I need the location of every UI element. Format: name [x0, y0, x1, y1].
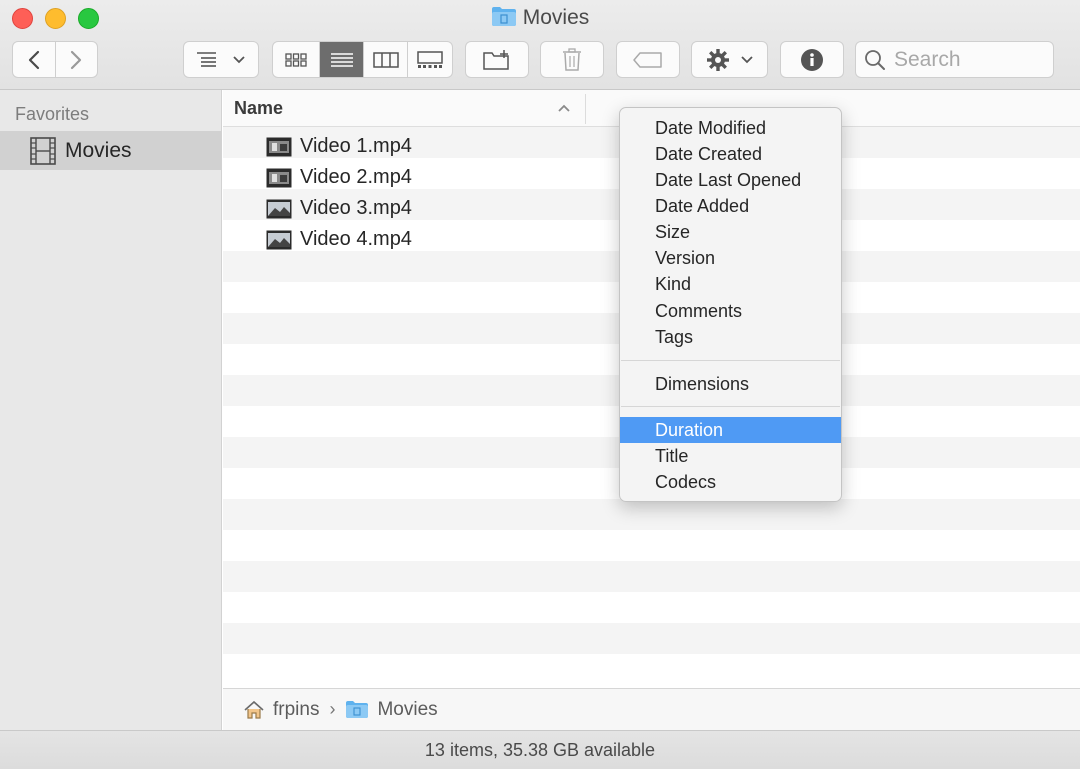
menu-item-duration[interactable]: Duration: [620, 417, 841, 443]
menu-item-date-added[interactable]: Date Added: [620, 193, 841, 219]
menu-item-title[interactable]: Title: [620, 443, 841, 469]
path-item-movies[interactable]: Movies: [377, 699, 437, 721]
list-view-button[interactable]: [320, 42, 364, 77]
forward-button[interactable]: [56, 42, 98, 77]
gear-icon: [706, 48, 729, 71]
new-folder-icon: [483, 49, 509, 70]
menu-item-size[interactable]: Size: [620, 219, 841, 245]
menu-item-comments[interactable]: Comments: [620, 298, 841, 324]
menu-item-date-last-opened[interactable]: Date Last Opened: [620, 167, 841, 193]
sidebar-item-label: Movies: [65, 138, 132, 162]
move-to-trash-button[interactable]: [540, 41, 604, 78]
search-icon: [865, 49, 885, 70]
video-file-icon: [266, 137, 292, 156]
folder-icon: [491, 6, 517, 33]
chevron-down-icon: [233, 55, 245, 63]
new-folder-button[interactable]: [465, 41, 529, 78]
file-name: Video 1.mp4: [300, 135, 412, 157]
columns-icon: [372, 51, 399, 68]
action-button[interactable]: [691, 41, 768, 78]
search-field[interactable]: Search: [855, 41, 1054, 78]
chevron-down-icon: [740, 55, 753, 63]
menu-item-kind[interactable]: Kind: [620, 271, 841, 297]
folder-icon: [346, 701, 369, 718]
path-separator-icon: ›: [329, 699, 336, 719]
menu-item-dimensions[interactable]: Dimensions: [620, 371, 841, 397]
sidebar-item-movies[interactable]: Movies: [0, 131, 221, 170]
grid-icon: [285, 52, 307, 67]
status-text: 13 items, 35.38 GB available: [424, 740, 656, 760]
window-title-text: Movies: [522, 6, 590, 29]
finder-window: Movies Search Favorites Movies Name Vide…: [0, 0, 1080, 769]
home-icon: [244, 700, 264, 719]
film-icon: [30, 136, 56, 165]
group-by-button[interactable]: [183, 41, 259, 78]
file-name: Video 3.mp4: [300, 197, 412, 219]
row-background: [223, 499, 1080, 530]
list-icon: [330, 52, 353, 67]
search-placeholder: Search: [894, 47, 961, 71]
tags-button[interactable]: [616, 41, 680, 78]
navigation-buttons: [12, 41, 98, 78]
video-file-icon: [266, 230, 292, 249]
menu-item-codecs[interactable]: Codecs: [620, 469, 841, 495]
window-title: Movies: [0, 6, 1080, 33]
column-options-menu: Date Modified Date Created Date Last Ope…: [619, 107, 842, 502]
menu-item-date-modified[interactable]: Date Modified: [620, 115, 841, 141]
chevron-right-icon: [71, 50, 82, 69]
row-background: [223, 561, 1080, 592]
view-mode-control: [272, 41, 453, 78]
get-info-button[interactable]: [780, 41, 844, 78]
path-bar: frpins › Movies: [223, 688, 1080, 730]
sidebar: Favorites Movies: [0, 90, 222, 730]
video-file-icon: [266, 168, 292, 187]
back-button[interactable]: [13, 42, 56, 77]
path-item-home[interactable]: frpins: [273, 699, 319, 721]
status-bar: 13 items, 35.38 GB available: [0, 730, 1080, 769]
toolbar: Movies Search: [0, 0, 1080, 90]
sort-ascending-icon: [557, 100, 571, 118]
menu-separator: [621, 360, 840, 361]
gallery-view-button[interactable]: [408, 42, 452, 77]
row-background: [223, 623, 1080, 654]
sidebar-section-favorites: Favorites: [15, 104, 90, 124]
menu-separator: [621, 406, 840, 407]
icon-view-button[interactable]: [273, 42, 320, 77]
menu-item-version[interactable]: Version: [620, 245, 841, 271]
gallery-icon: [417, 50, 443, 68]
chevron-left-icon: [28, 50, 39, 69]
info-icon: [801, 48, 823, 71]
name-column-header[interactable]: Name: [234, 98, 283, 119]
tag-icon: [633, 51, 662, 68]
column-divider[interactable]: [585, 94, 586, 124]
list-group-icon: [197, 51, 216, 67]
trash-icon: [563, 47, 581, 71]
menu-item-date-created[interactable]: Date Created: [620, 141, 841, 167]
file-name: Video 2.mp4: [300, 166, 412, 188]
menu-item-tags[interactable]: Tags: [620, 324, 841, 350]
video-file-icon: [266, 199, 292, 218]
file-name: Video 4.mp4: [300, 228, 412, 250]
column-view-button[interactable]: [364, 42, 408, 77]
